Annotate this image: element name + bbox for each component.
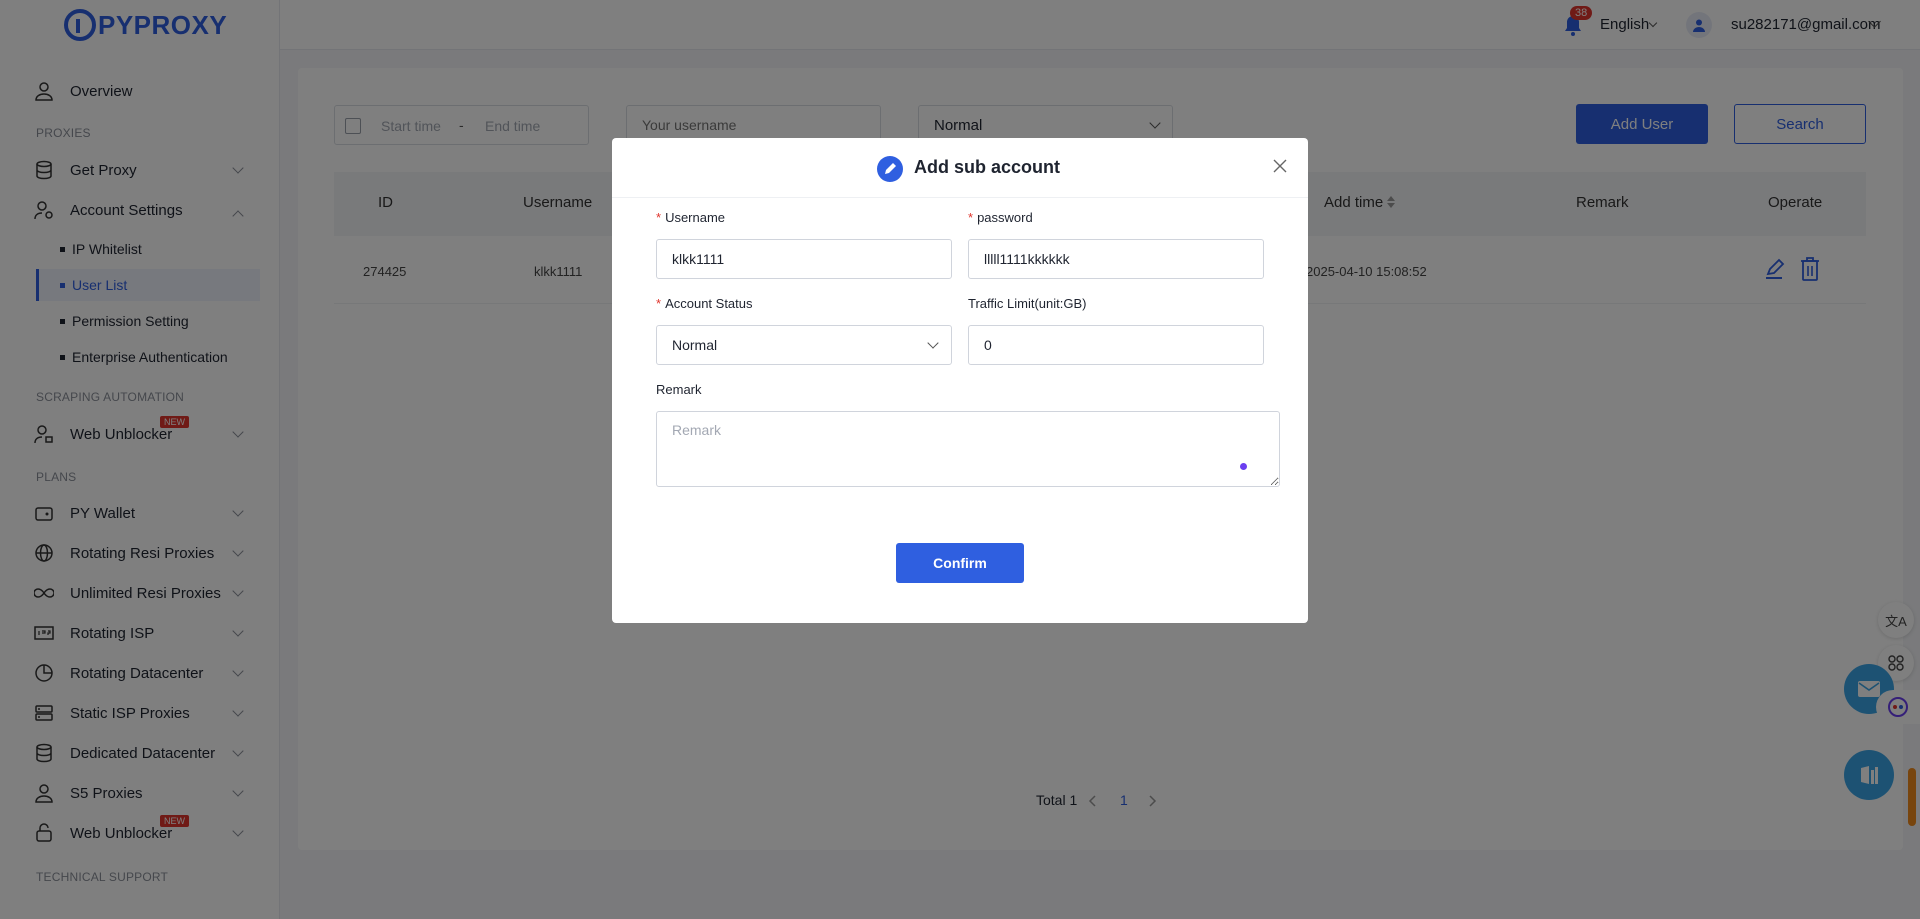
password-field[interactable] bbox=[968, 239, 1264, 279]
account-status-label: * Account Status bbox=[656, 296, 753, 311]
confirm-button[interactable]: Confirm bbox=[896, 543, 1024, 583]
edit-icon bbox=[877, 156, 903, 182]
remark-label: Remark bbox=[656, 382, 702, 397]
username-label: * Username bbox=[656, 210, 726, 225]
account-status-select[interactable]: Normal bbox=[656, 325, 952, 365]
traffic-limit-field[interactable] bbox=[968, 325, 1264, 365]
password-label: * password bbox=[968, 210, 1033, 225]
account-status-value: Normal bbox=[672, 337, 718, 353]
close-icon[interactable] bbox=[1272, 158, 1288, 174]
dialog-header: Add sub account bbox=[612, 138, 1308, 198]
dialog-title: Add sub account bbox=[914, 157, 1061, 177]
grammar-assist-icon[interactable] bbox=[1240, 463, 1247, 470]
remark-textarea[interactable] bbox=[656, 411, 1280, 487]
chevron-down-icon bbox=[927, 337, 939, 349]
username-field[interactable] bbox=[656, 239, 952, 279]
traffic-limit-label: Traffic Limit(unit:GB) bbox=[968, 296, 1087, 311]
add-sub-account-dialog: Add sub account *Username *password *Acc… bbox=[612, 138, 1308, 623]
